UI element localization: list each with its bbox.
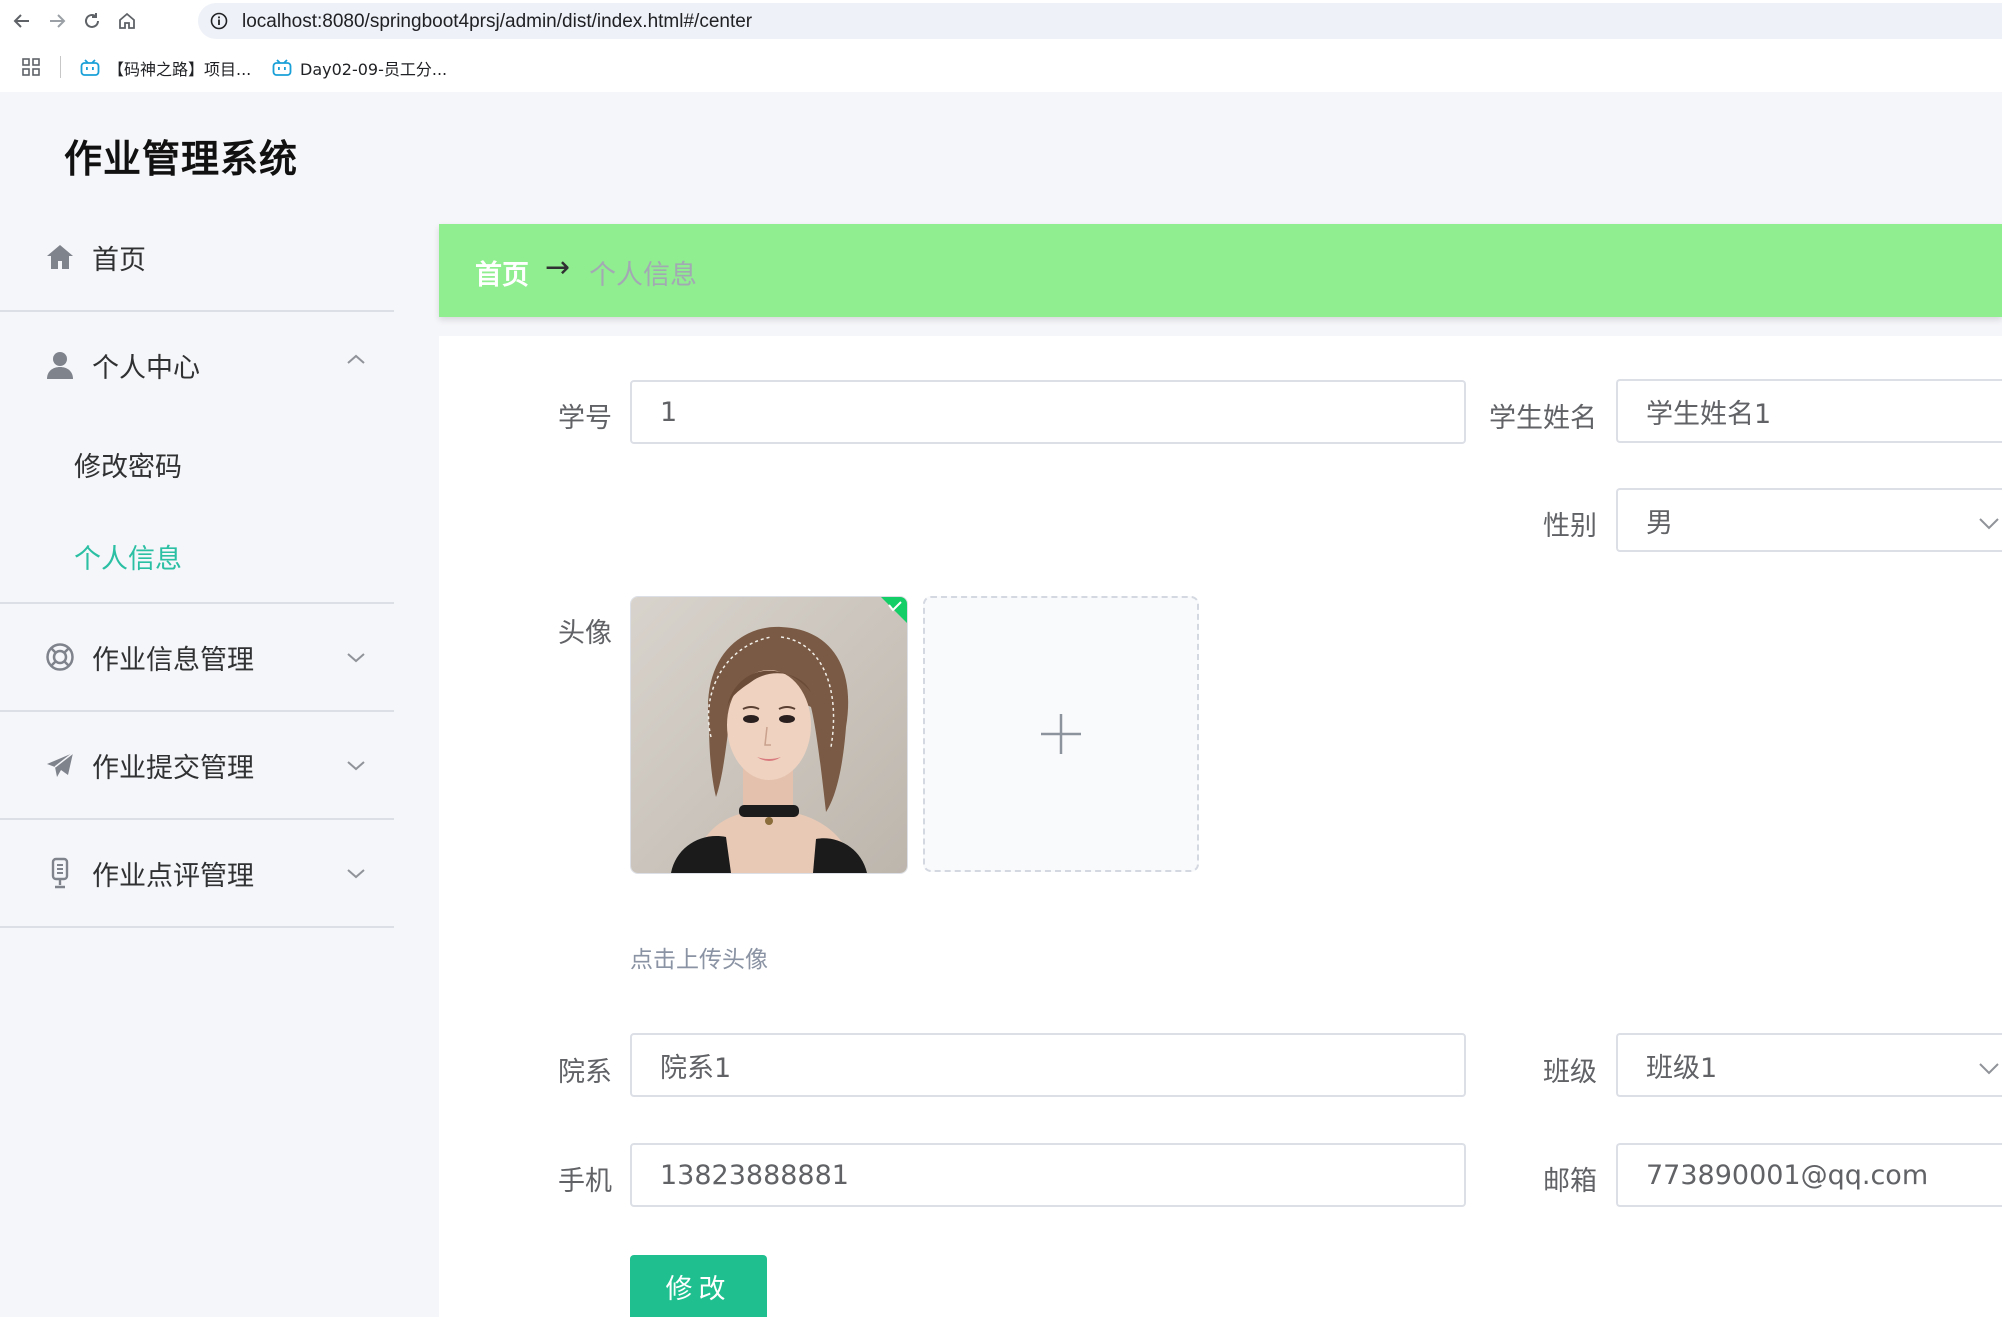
home-icon [44,241,76,273]
chevron-down-icon [1979,518,1999,530]
student-name-input[interactable]: 学生姓名1 [1616,379,2002,443]
site-info-icon[interactable] [210,12,228,34]
sidebar-item-assignment-info[interactable]: 作业信息管理 [0,604,394,712]
student-id-input[interactable]: 1 [630,380,1466,444]
avatar-label: 头像 [558,618,612,649]
avatar-upload-button[interactable] [923,596,1199,872]
class-label: 班级 [1543,1057,1597,1088]
email-label: 邮箱 [1543,1166,1597,1197]
student-name-value: 学生姓名1 [1646,398,1772,430]
forward-icon[interactable] [44,8,70,34]
gender-label: 性别 [1543,511,1597,542]
update-button[interactable]: 修改 [630,1255,767,1317]
gender-select[interactable]: 男 [1616,488,2002,552]
email-input[interactable]: 773890001@qq.com [1616,1143,2002,1207]
breadcrumb-current: 个人信息 [589,260,697,291]
chevron-up-icon [347,354,365,364]
browser-toolbar: localhost:8080/springboot4prsj/admin/dis… [0,0,2002,42]
sidebar-item-assignment-submit[interactable]: 作业提交管理 [0,712,394,820]
sidebar-subitem-label: 修改密码 [74,451,182,483]
address-bar[interactable]: localhost:8080/springboot4prsj/admin/dis… [198,3,2002,39]
chevron-down-icon [347,761,365,771]
sidebar-item-change-password[interactable]: 修改密码 [0,418,394,510]
lifebuoy-icon [44,641,76,673]
plus-icon [1041,714,1081,754]
avatar-portrait [631,597,907,873]
sidebar-item-assignment-review[interactable]: 作业点评管理 [0,820,394,928]
breadcrumb-home[interactable]: 首页 [475,253,529,292]
bookmark-label: Day02-09-员工分... [300,60,448,79]
phone-value: 13823888881 [660,1159,849,1191]
bookmark-label: 【码神之路】项目... [108,60,252,79]
department-input[interactable]: 院系1 [630,1033,1466,1097]
paper-plane-icon [44,749,76,781]
department-label: 院系 [558,1057,612,1088]
breadcrumb: 首页 → 个人信息 [439,224,2002,317]
sidebar-item-label: 首页 [92,244,146,276]
student-name-label: 学生姓名 [1489,403,1597,434]
sidebar-item-label: 作业点评管理 [92,860,254,892]
email-value: 773890001@qq.com [1646,1159,1929,1191]
app-title: 作业管理系统 [64,137,299,181]
student-id-label: 学号 [558,403,612,434]
class-select[interactable]: 班级1 [1616,1033,2002,1097]
breadcrumb-separator: → [545,250,571,285]
chevron-down-icon [347,869,365,879]
sidebar-item-label: 作业信息管理 [92,644,254,676]
avatar-image[interactable] [630,596,908,874]
phone-input[interactable]: 13823888881 [630,1143,1466,1207]
sidebar-group-personal-center: 个人中心 修改密码 个人信息 [0,312,394,604]
avatar-upload-tip: 点击上传头像 [630,947,768,973]
apps-grid-icon[interactable] [22,58,40,80]
bookmark-item[interactable]: Day02-09-员工分... [272,56,447,80]
department-value: 院系1 [660,1052,732,1084]
sidebar-item-personal-center[interactable]: 个人中心 [0,312,394,418]
student-id-value: 1 [660,396,678,428]
chevron-down-icon [347,653,365,663]
sidebar-item-label: 个人中心 [92,352,200,384]
sidebar-subitem-label: 个人信息 [74,543,182,575]
chevron-down-icon [1979,1063,1999,1075]
home-browser-icon[interactable] [114,8,140,34]
bookmark-item[interactable]: 【码神之路】项目... [80,56,251,80]
user-icon [44,349,76,381]
bilibili-icon [80,59,100,76]
sidebar: 作业管理系统 首页 个人中心 修改密码 个人信息 作业信息管理 作业提交管理 作… [0,92,394,1317]
reload-icon[interactable] [79,8,105,34]
bilibili-icon [272,59,292,76]
sidebar-menu: 首页 个人中心 修改密码 个人信息 作业信息管理 作业提交管理 作业点评管理 [0,204,394,928]
sidebar-item-label: 作业提交管理 [92,752,254,784]
sidebar-item-personal-info[interactable]: 个人信息 [0,510,394,602]
microphone-icon [44,857,76,889]
phone-label: 手机 [558,1166,612,1197]
profile-form: 学号 1 学生姓名 学生姓名1 性别 男 头像 点击上传头像 院系 院系1 班级… [439,336,2002,1317]
sidebar-item-home[interactable]: 首页 [0,204,394,312]
class-value: 班级1 [1646,1052,1718,1084]
url-text[interactable]: localhost:8080/springboot4prsj/admin/dis… [242,11,752,33]
bookmarks-bar: 【码神之路】项目... Day02-09-员工分... [0,42,2002,92]
bookmark-separator [60,56,61,78]
back-icon[interactable] [9,8,35,34]
gender-value: 男 [1646,507,1673,539]
